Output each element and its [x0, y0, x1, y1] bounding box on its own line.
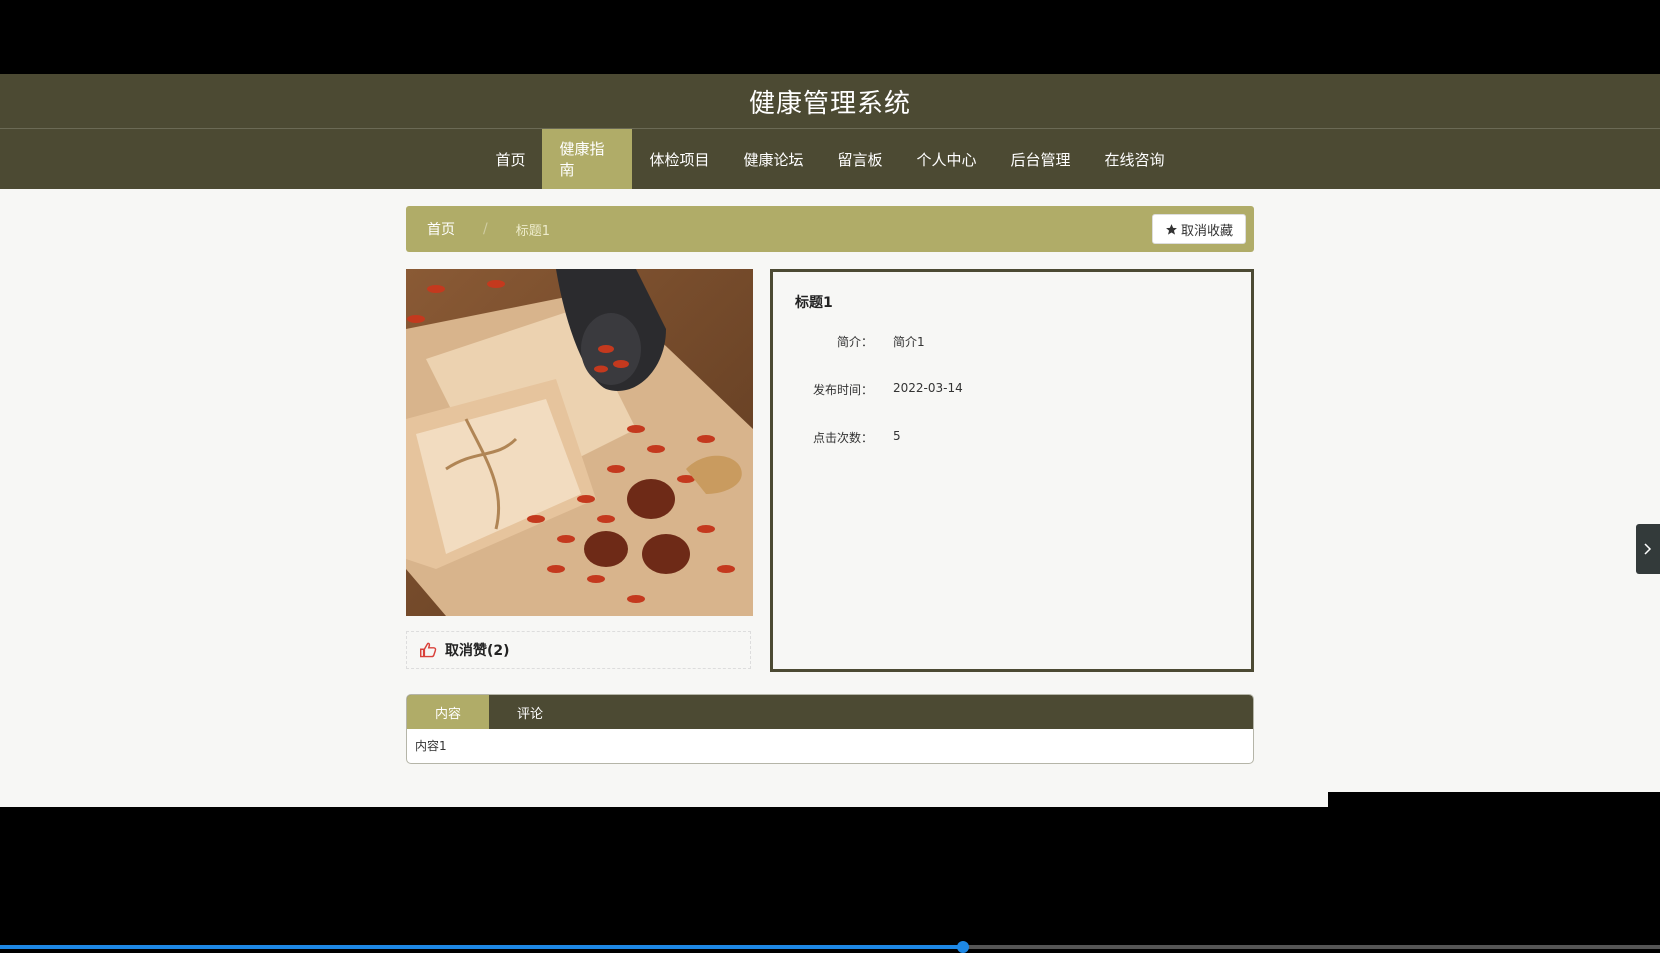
nav-item-health-guide[interactable]: 健康指南 — [542, 129, 633, 189]
tab-content-body: 内容1 — [415, 739, 447, 753]
breadcrumb-home[interactable]: 首页 — [427, 219, 455, 239]
nav-item-message-board[interactable]: 留言板 — [820, 129, 899, 189]
field-click-count-value: 5 — [893, 429, 901, 443]
side-panel-toggle[interactable] — [1636, 524, 1660, 574]
cancel-favorite-button[interactable]: 取消收藏 — [1152, 214, 1246, 244]
cancel-favorite-label: 取消收藏 — [1180, 223, 1233, 239]
video-progress-knob[interactable] — [956, 941, 969, 953]
field-summary-label: 简介： — [836, 335, 873, 349]
tab-comments[interactable]: 评论 — [489, 695, 571, 729]
chevron-right-icon — [1644, 543, 1652, 555]
nav-item-home[interactable]: 首页 — [478, 129, 542, 189]
nav-item-checkup-items[interactable]: 体检项目 — [632, 129, 726, 189]
breadcrumb: 首页 / 标题1 取消收藏 — [406, 206, 1254, 252]
goji-dates-photo — [406, 269, 753, 616]
like-label: 取消赞(2) — [445, 643, 510, 659]
breadcrumb-current: 标题1 — [515, 223, 550, 239]
content-tabs: 内容 评论 内容1 — [406, 694, 1254, 764]
field-publish-time-value: 2022-03-14 — [893, 381, 963, 395]
app-window: 健康管理系统 首页 健康指南 体检项目 健康论坛 留言板 个人中心 后台管理 在… — [0, 74, 1660, 807]
article-image — [406, 269, 753, 616]
site-header: 健康管理系统 — [0, 74, 1660, 129]
like-toggle[interactable]: 取消赞(2) — [406, 631, 751, 669]
detail-title: 标题1 — [795, 295, 833, 311]
nav-item-online-consult[interactable]: 在线咨询 — [1088, 129, 1182, 189]
field-click-count-label: 点击次数： — [812, 431, 873, 445]
nav-item-personal-center[interactable]: 个人中心 — [900, 129, 994, 189]
field-publish-time: 发布时间： 2022-03-14 — [773, 381, 963, 398]
nav-item-admin[interactable]: 后台管理 — [994, 129, 1088, 189]
nav-item-health-forum[interactable]: 健康论坛 — [726, 129, 820, 189]
field-summary-value: 简介1 — [893, 335, 925, 349]
breadcrumb-separator: / — [483, 221, 488, 237]
site-title: 健康管理系统 — [748, 88, 911, 119]
field-click-count: 点击次数： 5 — [773, 429, 901, 446]
detail-panel: 标题1 简介： 简介1 发布时间： 2022-03-14 点击次数： 5 — [770, 269, 1254, 672]
star-icon — [1166, 223, 1177, 235]
tab-content[interactable]: 内容 — [407, 695, 489, 729]
tabs-header: 内容 评论 — [407, 695, 1253, 729]
main-nav: 首页 健康指南 体检项目 健康论坛 留言板 个人中心 后台管理 在线咨询 — [0, 129, 1660, 189]
field-publish-time-label: 发布时间： — [812, 383, 873, 397]
thumbs-up-icon — [420, 642, 437, 658]
video-progress-fill — [0, 945, 963, 949]
screen-overlay — [1328, 792, 1660, 808]
field-summary: 简介： 简介1 — [773, 333, 925, 350]
